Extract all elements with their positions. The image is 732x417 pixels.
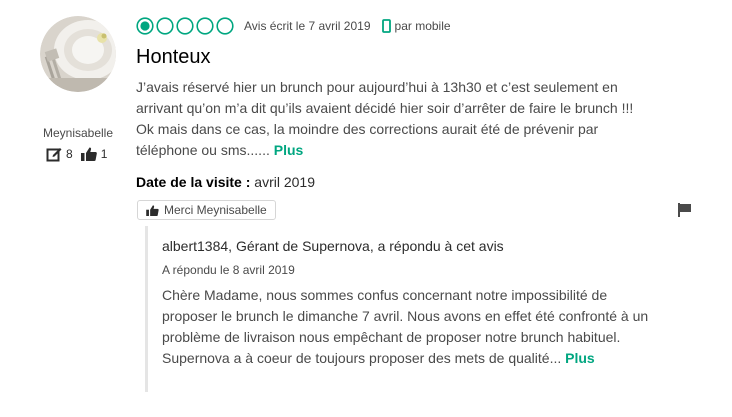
- rating-bubble-icon: [216, 17, 234, 35]
- pencil-review-icon: [46, 148, 62, 162]
- review-text-content: J’avais réservé hier un brunch pour aujo…: [136, 79, 634, 158]
- owner-reply: albert1384, Gérant de Supernova, a répon…: [145, 226, 655, 392]
- written-date: Avis écrit le 7 avril 2019: [244, 19, 371, 33]
- review-more-link[interactable]: Plus: [274, 142, 304, 158]
- rating-bubble-icon: [196, 17, 214, 35]
- mobile-badge: par mobile: [381, 19, 451, 33]
- reviews-count: 8: [66, 147, 73, 161]
- rating-bubble-icon: [176, 17, 194, 35]
- reviewer-avatar[interactable]: [40, 16, 116, 92]
- visit-date-value: avril 2019: [254, 174, 315, 190]
- helpful-votes-count: 1: [100, 147, 108, 161]
- mobile-phone-icon: [381, 19, 391, 33]
- reviewer-info: Meynisabelle 8 1: [40, 16, 116, 162]
- reply-more-link[interactable]: Plus: [565, 350, 595, 366]
- thumbs-up-icon: [80, 147, 97, 161]
- visit-date: Date de la visite : avril 2019: [136, 174, 656, 190]
- thumbs-up-icon: [146, 204, 159, 216]
- rating-bubble-icon: [156, 17, 174, 35]
- reviewer-contributions: 8 1: [46, 146, 107, 162]
- review-title[interactable]: Honteux: [136, 44, 656, 70]
- visit-date-label: Date de la visite :: [136, 174, 251, 190]
- reply-text: Chère Madame, nous sommes confus concern…: [162, 285, 656, 369]
- reply-date: A répondu le 8 avril 2019: [162, 263, 295, 277]
- thank-reviewer-button[interactable]: Merci Meynisabelle: [137, 200, 276, 220]
- reply-header: albert1384, Gérant de Supernova, a répon…: [162, 238, 504, 254]
- device-label: par mobile: [394, 19, 451, 33]
- review-text: J’avais réservé hier un brunch pour aujo…: [136, 77, 646, 161]
- rating-bubbles: [136, 17, 236, 35]
- reviewer-name[interactable]: Meynisabelle: [32, 126, 124, 140]
- flag-icon[interactable]: [678, 203, 692, 217]
- review-card: Avis écrit le 7 avril 2019 par mobile Ho…: [136, 14, 656, 190]
- thank-button-label: Merci Meynisabelle: [164, 203, 267, 217]
- review-meta: Avis écrit le 7 avril 2019 par mobile: [136, 14, 656, 38]
- rating-bubble-icon: [136, 17, 154, 35]
